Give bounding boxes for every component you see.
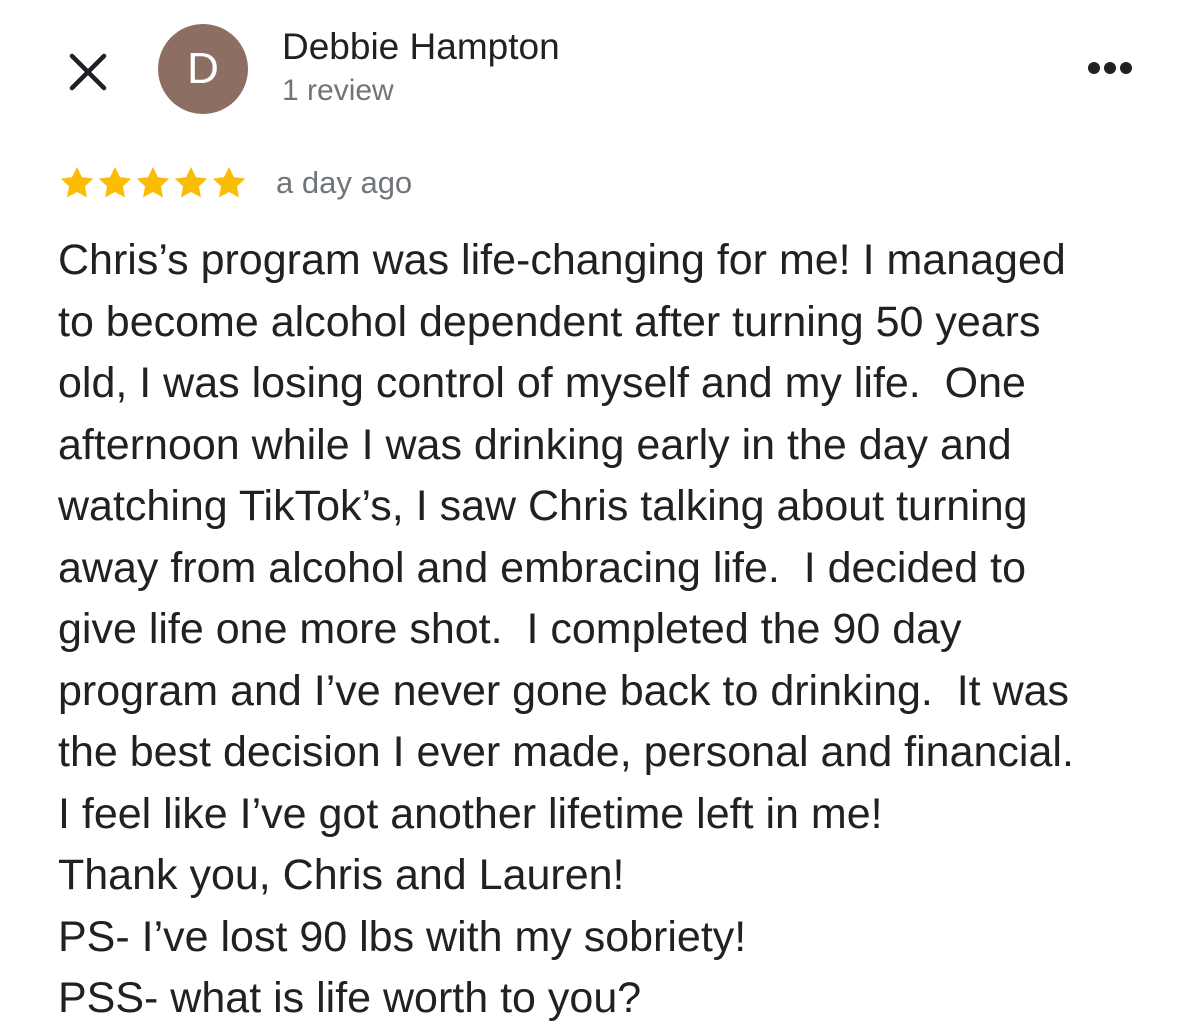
review-line: away from alcohol and embracing life. I …: [58, 543, 1027, 592]
star-icon: [172, 164, 210, 202]
review-line: old, I was losing control of myself and …: [58, 359, 1026, 407]
close-button[interactable]: [62, 46, 114, 98]
review-line: afternoon while I was drinking early in …: [58, 420, 1012, 469]
review-line: the best decision I ever made, personal …: [58, 728, 1074, 776]
review-line: give life one more shot. I completed the…: [58, 605, 962, 653]
review-line: watching TikTok’s, I saw Chris talking a…: [58, 482, 1028, 530]
review-header: D Debbie Hampton 1 review: [0, 0, 1200, 130]
more-options-button[interactable]: [1080, 50, 1140, 86]
close-icon: [69, 53, 107, 91]
rating-row: a day ago: [58, 158, 412, 208]
star-rating: [58, 164, 248, 202]
avatar[interactable]: D: [158, 24, 248, 114]
review-line: PSS- what is life worth to you?: [58, 974, 642, 1022]
star-icon: [134, 164, 172, 202]
review-line: I feel like I’ve got another lifetime le…: [58, 789, 883, 838]
star-icon: [96, 164, 134, 202]
more-horizontal-icon: [1088, 62, 1132, 74]
star-icon: [210, 164, 248, 202]
review-line: Thank you, Chris and Lauren!: [58, 851, 625, 899]
star-icon: [58, 164, 96, 202]
avatar-letter: D: [187, 44, 219, 93]
review-text: Chris’s program was life-changing for me…: [58, 230, 1168, 1030]
review-line: Chris’s program was life-changing for me…: [58, 236, 1066, 284]
review-count: 1 review: [282, 74, 394, 107]
review-line: PS- I’ve lost 90 lbs with my sobriety!: [58, 912, 747, 961]
review-date: a day ago: [276, 165, 413, 200]
review-line: to become alcohol dependent after turnin…: [58, 297, 1041, 346]
author-name[interactable]: Debbie Hampton: [282, 26, 560, 68]
review-line: program and I’ve never gone back to drin…: [58, 666, 1070, 715]
